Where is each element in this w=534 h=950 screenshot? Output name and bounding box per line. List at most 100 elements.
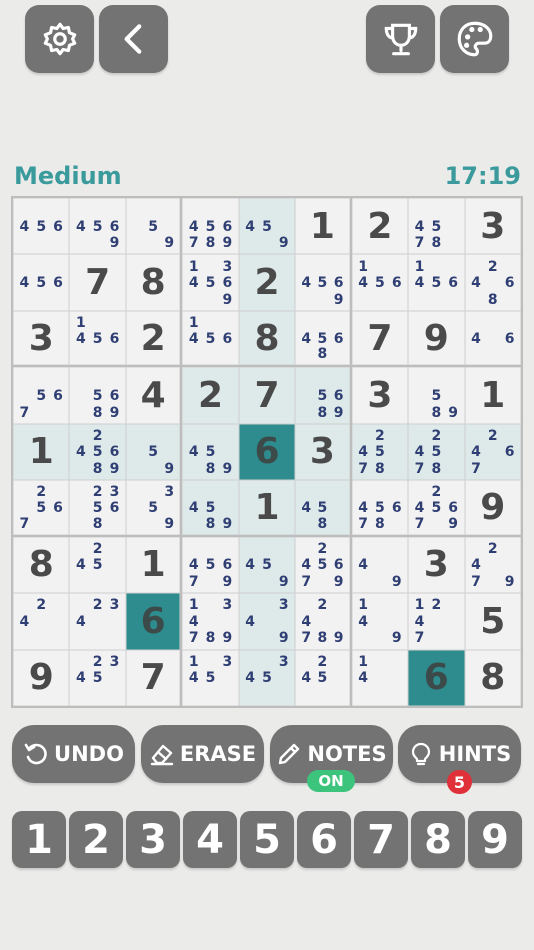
sudoku-cell[interactable]: 6 [408, 649, 465, 706]
cell-value: 8 [254, 317, 280, 359]
undo-button[interactable]: UNDO [12, 725, 135, 783]
sudoku-cell[interactable]: 7 [351, 310, 409, 368]
sudoku-cell[interactable]: 2 [125, 310, 183, 368]
sudoku-cell[interactable]: 8 [125, 254, 183, 311]
sudoku-cell[interactable]: 4569 [69, 198, 126, 255]
sudoku-cell[interactable]: 456 [13, 254, 70, 311]
sudoku-cell[interactable]: 56 7 [13, 367, 70, 424]
sudoku-cell[interactable]: 49 [351, 536, 409, 594]
sudoku-cell[interactable]: 1 3 4789 [182, 593, 239, 650]
sudoku-cell[interactable]: 8 [238, 310, 296, 368]
sudoku-cell[interactable]: 6 [125, 593, 183, 650]
sudoku-cell[interactable]: 3 [13, 310, 70, 368]
sudoku-cell[interactable]: 23568 [69, 480, 126, 537]
sudoku-cell[interactable]: 9 [408, 310, 465, 368]
sudoku-cell[interactable]: 24578 [351, 423, 409, 481]
number-button-2[interactable]: 2 [69, 811, 123, 868]
number-button-6[interactable]: 6 [297, 811, 351, 868]
sudoku-cell[interactable]: 59 [125, 198, 183, 255]
trophy-button[interactable] [366, 5, 435, 73]
sudoku-cell[interactable]: 245 [69, 536, 126, 594]
sudoku-cell[interactable]: 5689 [69, 367, 126, 424]
erase-button[interactable]: ERASE [141, 725, 264, 783]
sudoku-cell[interactable]: 5689 [295, 367, 352, 424]
sudoku-cell[interactable]: 1 [125, 536, 183, 594]
sudoku-cell[interactable]: 3 [408, 536, 465, 594]
number-button-3[interactable]: 3 [126, 811, 180, 868]
sudoku-cell[interactable]: 24578 [408, 423, 465, 481]
settings-button[interactable] [25, 5, 94, 73]
sudoku-cell[interactable]: 14 9 [351, 593, 409, 650]
sudoku-cell[interactable]: 1247 [408, 593, 465, 650]
sudoku-cell[interactable]: 459 [238, 198, 296, 255]
number-button-4[interactable]: 4 [183, 811, 237, 868]
sudoku-cell[interactable]: 2 [182, 367, 239, 424]
sudoku-cell[interactable]: 4569 [295, 254, 352, 311]
sudoku-cell[interactable]: 24789 [295, 593, 352, 650]
sudoku-cell[interactable]: 6 [238, 423, 296, 481]
note-digit: 8 [375, 460, 385, 477]
note-digit: 2 [487, 428, 498, 444]
sudoku-cell[interactable]: 4578 [408, 198, 465, 255]
sudoku-cell[interactable]: 4589 [182, 480, 239, 537]
sudoku-cell[interactable]: 23 45 [69, 649, 126, 706]
sudoku-cell[interactable]: 359 [125, 480, 183, 537]
sudoku-cell[interactable]: 3 45 [238, 649, 296, 706]
sudoku-cell[interactable]: 2 [238, 254, 296, 311]
sudoku-cell[interactable]: 1 3 4569 [182, 254, 239, 311]
number-button-9[interactable]: 9 [468, 811, 522, 868]
sudoku-cell[interactable]: 4568 [295, 310, 352, 368]
sudoku-cell[interactable]: 14 [351, 649, 409, 706]
sudoku-cell[interactable]: 2456 7 9 [295, 536, 352, 594]
sudoku-cell[interactable]: 1 [13, 423, 70, 481]
sudoku-cell[interactable]: 23 4 [69, 593, 126, 650]
sudoku-cell[interactable]: 245 [295, 649, 352, 706]
theme-button[interactable] [440, 5, 509, 73]
sudoku-cell[interactable]: 1 [295, 198, 352, 255]
sudoku-cell[interactable]: 46 [464, 310, 521, 368]
sudoku-cell[interactable]: 459 [238, 536, 296, 594]
number-button-8[interactable]: 8 [411, 811, 465, 868]
sudoku-cell[interactable]: 456 7 9 [182, 536, 239, 594]
sudoku-cell[interactable]: 456 [13, 198, 70, 255]
sudoku-cell[interactable]: 2456 7 9 [408, 480, 465, 537]
sudoku-cell[interactable]: 7 [125, 649, 183, 706]
sudoku-cell[interactable]: 4589 [182, 423, 239, 481]
sudoku-cell[interactable]: 245689 [69, 423, 126, 481]
number-button-5[interactable]: 5 [240, 811, 294, 868]
sudoku-cell[interactable]: 256 7 [13, 480, 70, 537]
sudoku-cell[interactable]: 9 [13, 649, 70, 706]
sudoku-cell[interactable]: 59 [125, 423, 183, 481]
sudoku-cell[interactable]: 9 [464, 480, 521, 537]
sudoku-cell[interactable]: 24 68 [464, 254, 521, 311]
sudoku-cell[interactable]: 1 [464, 367, 521, 424]
sudoku-cell[interactable]: 456 789 [182, 198, 239, 255]
sudoku-cell[interactable]: 7 [238, 367, 296, 424]
sudoku-cell[interactable]: 2 [351, 198, 409, 255]
sudoku-cell[interactable]: 456 78 [351, 480, 409, 537]
number-button-1[interactable]: 1 [12, 811, 66, 868]
back-button[interactable] [99, 5, 168, 73]
sudoku-cell[interactable]: 589 [408, 367, 465, 424]
sudoku-cell[interactable]: 5 [464, 593, 521, 650]
sudoku-cell[interactable]: 8 [13, 536, 70, 594]
sudoku-cell[interactable]: 3 [295, 423, 352, 481]
sudoku-cell[interactable]: 1 3 45 [182, 649, 239, 706]
sudoku-cell[interactable]: 458 [295, 480, 352, 537]
sudoku-cell[interactable]: 247 9 [464, 536, 521, 594]
sudoku-cell[interactable]: 3 4 9 [238, 593, 296, 650]
note-digit [259, 202, 276, 218]
sudoku-cell[interactable]: 1456 [351, 254, 409, 311]
sudoku-cell[interactable]: 3 [464, 198, 521, 255]
sudoku-cell[interactable]: 24 [13, 593, 70, 650]
sudoku-cell[interactable]: 8 [464, 649, 521, 706]
sudoku-cell[interactable]: 1456 [69, 310, 126, 368]
sudoku-cell[interactable]: 24 6 7 [464, 423, 521, 481]
sudoku-cell[interactable]: 4 [125, 367, 183, 424]
sudoku-cell[interactable]: 7 [69, 254, 126, 311]
sudoku-cell[interactable]: 1 [238, 480, 296, 537]
sudoku-cell[interactable]: 3 [351, 367, 409, 424]
sudoku-cell[interactable]: 1456 [182, 310, 239, 368]
number-button-7[interactable]: 7 [354, 811, 408, 868]
sudoku-cell[interactable]: 1456 [408, 254, 465, 311]
